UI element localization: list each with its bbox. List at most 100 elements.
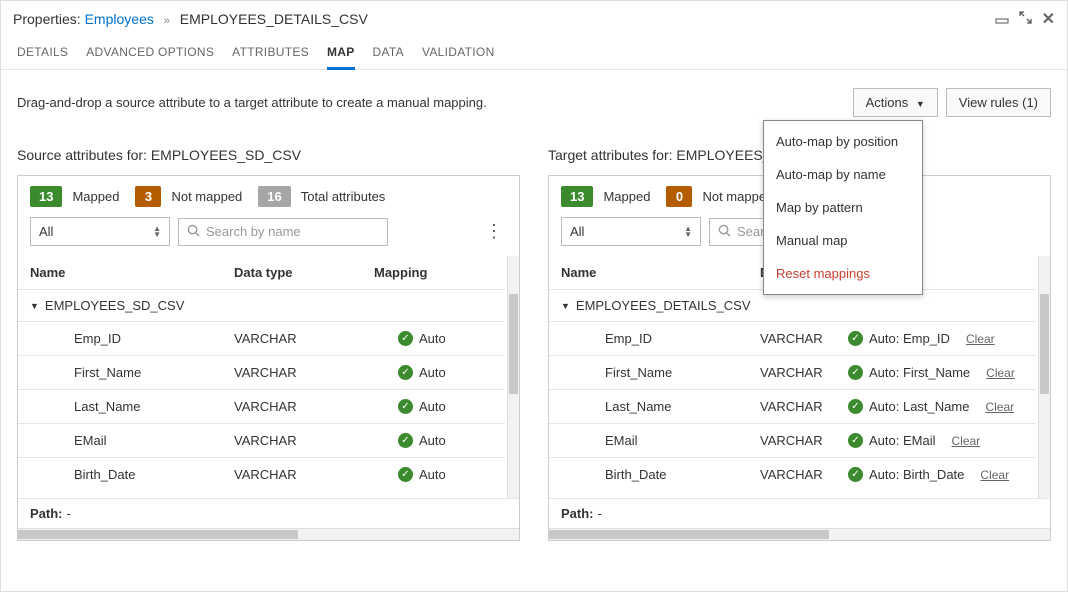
attr-name: Last_Name [549, 390, 754, 423]
tab-attributes[interactable]: ATTRIBUTES [232, 39, 309, 69]
attr-mapping: ✓ Auto [368, 390, 505, 423]
scroll-thumb[interactable] [1040, 294, 1049, 394]
search-icon [187, 224, 200, 240]
target-filter-select[interactable]: All ▲▼ [561, 217, 701, 246]
check-icon: ✓ [398, 467, 413, 482]
target-path-row: Path: - [549, 498, 1050, 528]
chevron-down-icon: ▼ [916, 99, 925, 109]
tab-validation[interactable]: VALIDATION [422, 39, 495, 69]
source-path-row: Path: - [18, 498, 519, 528]
table-row[interactable]: Last_NameVARCHAR✓Auto: Last_NameClear [549, 389, 1036, 423]
attr-mapping: ✓Auto [368, 356, 505, 389]
mapping-text: Auto: Last_Name [869, 399, 969, 414]
actions-button[interactable]: Actions ▼ [853, 88, 938, 117]
attr-name: Last_Name [18, 390, 228, 423]
mapping-text: Auto [419, 433, 446, 448]
mapping-text: Auto [419, 331, 446, 346]
table-row[interactable]: EMailVARCHAR ✓ Auto: EMail Clear [549, 423, 1036, 457]
select-arrows-icon: ▲▼ [684, 226, 692, 237]
attr-mapping: ✓Auto: Last_NameClear [844, 390, 1036, 423]
source-notmapped-label: Not mapped [171, 189, 242, 204]
menu-reset-mappings[interactable]: Reset mappings [764, 257, 922, 290]
source-panel: Source attributes for: EMPLOYEES_SD_CSV … [17, 147, 520, 541]
attr-type: VARCHAR [754, 424, 844, 457]
instruction-text: Drag-and-drop a source attribute to a ta… [17, 95, 487, 110]
tab-advanced-options[interactable]: ADVANCED OPTIONS [86, 39, 214, 69]
source-mapped-label: Mapped [72, 189, 119, 204]
check-icon: ✓ [848, 433, 863, 448]
target-mapped-label: Mapped [603, 189, 650, 204]
mapping-text: Auto [419, 399, 446, 414]
clear-link[interactable]: Clear [951, 434, 980, 448]
check-icon: ✓ [848, 467, 863, 482]
scroll-thumb[interactable] [549, 530, 829, 539]
breadcrumb-link[interactable]: Employees [85, 11, 154, 27]
attr-type: VARCHAR [754, 356, 844, 389]
scroll-thumb[interactable] [18, 530, 298, 539]
search-icon [718, 224, 731, 240]
attr-name: First_Name [549, 356, 754, 389]
collapse-icon: ▼ [561, 301, 570, 311]
attr-mapping: ✓Auto: Emp_IDClear [844, 322, 1036, 355]
close-icon[interactable]: ✕ [1042, 9, 1055, 29]
attr-type: VARCHAR [228, 356, 368, 389]
table-row[interactable]: First_NameVARCHAR✓Auto [18, 355, 505, 389]
table-row[interactable]: First_NameVARCHAR✓Auto: First_NameClear [549, 355, 1036, 389]
source-search-input[interactable] [206, 224, 382, 239]
mapping-text: Auto: EMail [869, 433, 935, 448]
path-value: - [67, 506, 71, 521]
clear-link[interactable]: Clear [986, 366, 1015, 380]
table-row[interactable]: Birth_DateVARCHAR✓Auto: Birth_DateClear [549, 457, 1036, 491]
clear-link[interactable]: Clear [966, 332, 995, 346]
breadcrumb: Properties: Employees » EMPLOYEES_DETAIL… [13, 11, 368, 27]
vertical-scrollbar[interactable] [507, 256, 519, 498]
target-group-name: EMPLOYEES_DETAILS_CSV [576, 298, 751, 313]
vertical-scrollbar[interactable] [1038, 256, 1050, 498]
table-row[interactable]: EMailVARCHAR✓Auto [18, 423, 505, 457]
clear-link[interactable]: Clear [980, 468, 1009, 482]
more-options-icon[interactable]: ⋮ [481, 221, 507, 242]
attr-mapping: ✓Auto [368, 424, 505, 457]
mapping-text: Auto [419, 365, 446, 380]
check-icon: ✓ [398, 399, 413, 414]
clear-link[interactable]: Clear [985, 400, 1014, 414]
scroll-thumb[interactable] [509, 294, 518, 394]
expand-icon[interactable] [1019, 11, 1032, 27]
attr-type: VARCHAR [228, 458, 368, 491]
source-total-badge: 16 [258, 186, 290, 207]
table-row[interactable]: Emp_IDVARCHAR✓Auto: Emp_IDClear [549, 321, 1036, 355]
table-row[interactable]: Emp_IDVARCHAR✓Auto [18, 321, 505, 355]
attr-type: VARCHAR [228, 322, 368, 355]
view-rules-button[interactable]: View rules (1) [946, 88, 1051, 117]
horizontal-scrollbar[interactable] [549, 528, 1050, 540]
target-notmapped-badge: 0 [666, 186, 692, 207]
table-row[interactable]: Birth_DateVARCHAR✓Auto [18, 457, 505, 491]
source-group-row[interactable]: ▼ EMPLOYEES_SD_CSV [18, 289, 505, 321]
check-icon: ✓ [848, 365, 863, 380]
tab-data[interactable]: DATA [373, 39, 404, 69]
breadcrumb-separator: » [164, 15, 170, 27]
target-mapped-badge: 13 [561, 186, 593, 207]
header-bar: Properties: Employees » EMPLOYEES_DETAIL… [1, 1, 1067, 33]
col-type: Data type [228, 256, 368, 289]
source-badges: 13 Mapped 3 Not mapped 16 Total attribut… [18, 176, 519, 217]
menu-auto-map-name[interactable]: Auto-map by name [764, 158, 922, 191]
source-table: Name Data type Mapping ▼ EMPLOYEES_SD_CS… [18, 256, 519, 498]
horizontal-scrollbar[interactable] [18, 528, 519, 540]
source-filter-select[interactable]: All ▲▼ [30, 217, 170, 246]
menu-auto-map-position[interactable]: Auto-map by position [764, 125, 922, 158]
table-row[interactable]: Last_NameVARCHAR✓Auto [18, 389, 505, 423]
source-search[interactable] [178, 218, 388, 246]
menu-manual-map[interactable]: Manual map [764, 224, 922, 257]
attr-name: EMail [549, 424, 754, 457]
attr-name: Birth_Date [18, 458, 228, 491]
tab-map[interactable]: MAP [327, 39, 355, 70]
source-title: Source attributes for: EMPLOYEES_SD_CSV [17, 147, 520, 163]
source-filter-row: All ▲▼ ⋮ [18, 217, 519, 256]
minimize-icon[interactable] [995, 11, 1009, 28]
menu-map-pattern[interactable]: Map by pattern [764, 191, 922, 224]
attr-mapping: ✓ Auto: EMail Clear [844, 424, 1036, 457]
collapse-icon: ▼ [30, 301, 39, 311]
tab-details[interactable]: DETAILS [17, 39, 68, 69]
attr-mapping: ✓Auto [368, 322, 505, 355]
